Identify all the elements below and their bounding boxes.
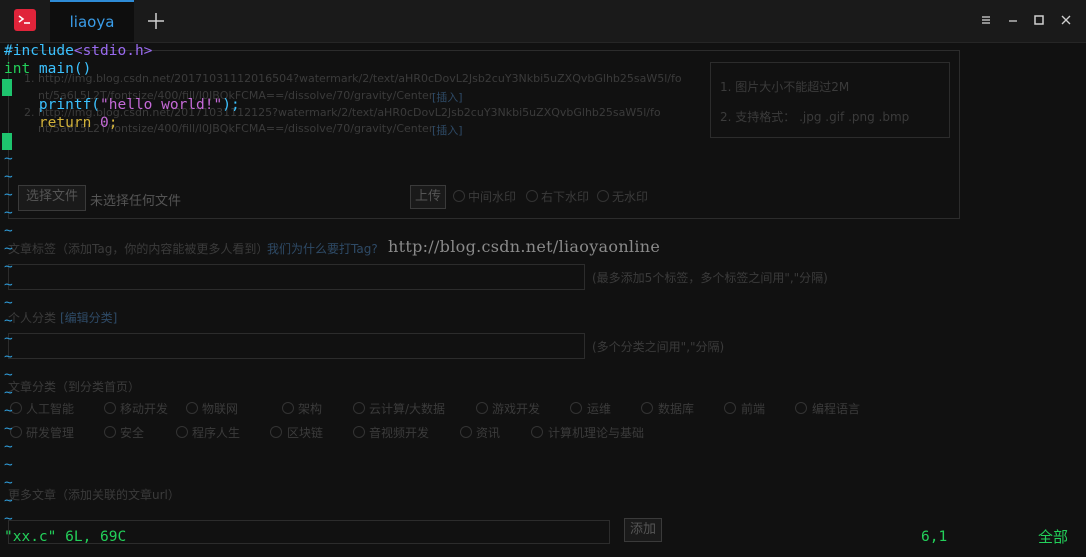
include-header: <stdio.h> bbox=[73, 43, 153, 59]
tilde-marker: ~ bbox=[4, 151, 13, 167]
code-line-5: return 0; bbox=[4, 114, 118, 132]
semicolon: ; bbox=[108, 115, 118, 131]
call-end: ); bbox=[222, 97, 240, 113]
tilde-marker: ~ bbox=[4, 187, 13, 203]
code-line-1: #include<stdio.h> bbox=[4, 42, 152, 60]
tilde-marker: ~ bbox=[4, 223, 13, 239]
minimize-icon[interactable] bbox=[1005, 12, 1021, 28]
tilde-marker: ~ bbox=[4, 241, 13, 257]
tilde-marker: ~ bbox=[4, 205, 13, 221]
blog-watermark: http://blog.csdn.net/liaoyaonline bbox=[388, 237, 661, 256]
code-line-2: int main() bbox=[4, 60, 91, 78]
tilde-marker: ~ bbox=[4, 367, 13, 383]
tilde-marker: ~ bbox=[4, 511, 13, 527]
terminal-window: liaoya 1. http://img.blog.csdn.net/20171… bbox=[0, 0, 1086, 557]
type-keyword: int bbox=[4, 61, 31, 77]
tilde-marker: ~ bbox=[4, 493, 13, 509]
printf-call: printf( bbox=[4, 97, 101, 113]
preprocessor-directive: #include bbox=[4, 43, 74, 59]
tilde-marker: ~ bbox=[4, 421, 13, 437]
tilde-marker: ~ bbox=[4, 295, 13, 311]
tilde-marker: ~ bbox=[4, 331, 13, 347]
return-keyword: return bbox=[4, 115, 101, 131]
tilde-marker: ~ bbox=[4, 475, 13, 491]
tab-label: liaoya bbox=[69, 13, 115, 31]
maximize-icon[interactable] bbox=[1031, 12, 1047, 28]
scroll-indicator: 全部 bbox=[1038, 528, 1069, 546]
number-literal: 0 bbox=[100, 115, 109, 131]
function-name: main() bbox=[30, 61, 92, 77]
menu-icon[interactable] bbox=[978, 12, 994, 28]
string-literal: "hello world!" bbox=[100, 97, 223, 113]
code-line-4: printf("hello world!"); bbox=[4, 96, 240, 114]
tilde-marker: ~ bbox=[4, 385, 13, 401]
cursor-position: 6,1 bbox=[921, 529, 948, 545]
plus-icon[interactable] bbox=[146, 11, 166, 31]
close-icon[interactable] bbox=[1058, 12, 1074, 28]
vim-editor[interactable]: #include<stdio.h> int main() printf("hel… bbox=[0, 42, 1086, 557]
tilde-marker: ~ bbox=[4, 169, 13, 185]
tilde-marker: ~ bbox=[4, 277, 13, 293]
terminal-icon[interactable] bbox=[14, 9, 36, 31]
file-info-status: "xx.c" 6L, 69C bbox=[4, 529, 127, 545]
line-marker-brace-open bbox=[2, 79, 12, 96]
tilde-marker: ~ bbox=[4, 349, 13, 365]
tilde-marker: ~ bbox=[4, 313, 13, 329]
tab-liaoya[interactable]: liaoya bbox=[50, 0, 134, 42]
tilde-marker: ~ bbox=[4, 259, 13, 275]
tilde-marker: ~ bbox=[4, 439, 13, 455]
tilde-marker: ~ bbox=[4, 457, 13, 473]
tilde-marker: ~ bbox=[4, 403, 13, 419]
title-bar: liaoya bbox=[0, 0, 1086, 43]
text-cursor bbox=[2, 133, 12, 150]
